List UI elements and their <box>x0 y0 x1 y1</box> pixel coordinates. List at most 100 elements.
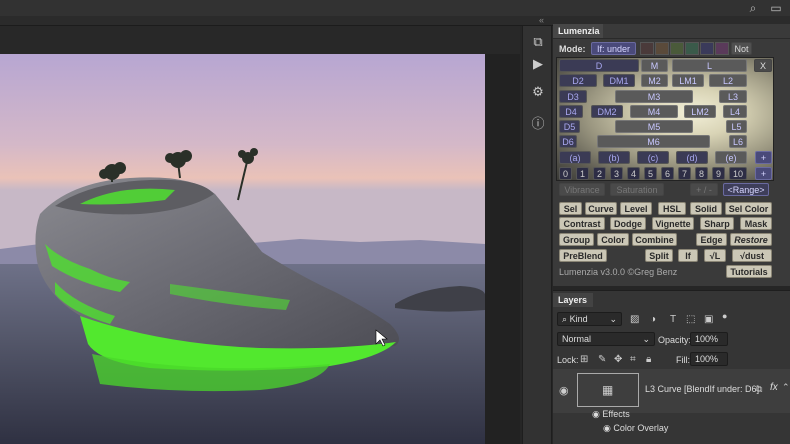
info-icon[interactable]: ⓘ <box>528 114 548 134</box>
combine-button[interactable]: Combine <box>632 233 677 246</box>
if-under-button[interactable]: If: under <box>591 42 636 55</box>
zone-d6-button[interactable]: D6 <box>559 135 577 148</box>
zone-m-button[interactable]: M <box>641 59 668 72</box>
color-swatch[interactable] <box>700 42 714 55</box>
color-swatch[interactable] <box>685 42 699 55</box>
lock-brush-icon[interactable]: ✎ <box>598 354 606 365</box>
eye-icon[interactable]: ◉ <box>592 409 600 419</box>
number-0-button[interactable]: 0 <box>559 167 572 180</box>
layer-name[interactable]: L3 Curve [BlendIf under: D6] <box>645 384 759 394</box>
lumenzia-tab[interactable]: Lumenzia <box>553 24 603 38</box>
number-4-button[interactable]: 4 <box>627 167 640 180</box>
edge-button[interactable]: Edge <box>696 233 727 246</box>
zone-m5-button[interactable]: M5 <box>615 120 693 133</box>
sqrt-l-button[interactable]: √L <box>704 249 726 262</box>
color-swatch[interactable] <box>640 42 654 55</box>
sqrt-dust-button[interactable]: √dust <box>732 249 772 262</box>
color-swatch[interactable] <box>715 42 729 55</box>
sel-color-button[interactable]: Sel Color <box>725 202 772 215</box>
letter-a-button[interactable]: (a) <box>559 151 591 164</box>
plus-minus-button[interactable]: + / - <box>690 183 718 196</box>
search-icon[interactable]: ⌕ <box>745 0 761 16</box>
not-button[interactable]: Not <box>731 42 752 55</box>
zone-l3-button[interactable]: L3 <box>719 90 747 103</box>
zone-d2-button[interactable]: D2 <box>559 74 597 87</box>
play-icon[interactable]: ▶ <box>528 54 548 74</box>
hsl-button[interactable]: HSL <box>658 202 686 215</box>
letter-e-button[interactable]: (e) <box>715 151 747 164</box>
number-8-button[interactable]: 8 <box>695 167 708 180</box>
sharp-button[interactable]: Sharp <box>700 217 734 230</box>
contrast-button[interactable]: Contrast <box>559 217 605 230</box>
number-6-button[interactable]: 6 <box>661 167 674 180</box>
lock-transparent-icon[interactable]: ⊞ <box>580 354 588 365</box>
eye-icon[interactable]: ◉ <box>559 384 569 397</box>
shape-filter-icon[interactable]: ⬚ <box>686 314 695 325</box>
window-icon[interactable]: ▭ <box>768 0 784 16</box>
number-2-button[interactable]: 2 <box>593 167 606 180</box>
number-10-button[interactable]: 10 <box>729 167 747 180</box>
letter-b-button[interactable]: (b) <box>598 151 630 164</box>
layer-row[interactable]: ◉ ▦ L3 Curve [BlendIf under: D6] ⧉ fx ⌃ <box>553 369 790 413</box>
lock-artboard-icon[interactable]: ⌗ <box>630 354 636 365</box>
group-button[interactable]: Group <box>559 233 594 246</box>
fx-icon[interactable]: fx <box>770 382 778 393</box>
number-3-button[interactable]: 3 <box>610 167 623 180</box>
color-swatch[interactable] <box>670 42 684 55</box>
solid-button[interactable]: Solid <box>690 202 722 215</box>
plus-top-button[interactable]: + <box>755 151 772 164</box>
number-7-button[interactable]: 7 <box>678 167 691 180</box>
effects-row[interactable]: ◉ Effects <box>592 409 630 420</box>
color-overlay-row[interactable]: ◉ Color Overlay <box>603 423 668 434</box>
number-9-button[interactable]: 9 <box>712 167 725 180</box>
color-swatch[interactable] <box>655 42 669 55</box>
blend-mode-select[interactable]: Normal ⌄ <box>557 332 655 346</box>
zone-lm2-button[interactable]: LM2 <box>684 105 716 118</box>
letter-c-button[interactable]: (c) <box>637 151 669 164</box>
split-button[interactable]: Split <box>645 249 673 262</box>
zone-d5-button[interactable]: D5 <box>559 120 580 133</box>
letter-d-button[interactable]: (d) <box>676 151 708 164</box>
dodge-button[interactable]: Dodge <box>610 217 646 230</box>
zone-m6-button[interactable]: M6 <box>597 135 710 148</box>
lock-all-icon[interactable]: 🔒︎ <box>646 354 651 365</box>
zone-m2-button[interactable]: M2 <box>641 74 668 87</box>
zone-l5-button[interactable]: L5 <box>726 120 747 133</box>
zone-d4-button[interactable]: D4 <box>559 105 583 118</box>
vignette-button[interactable]: Vignette <box>652 217 694 230</box>
restore-button[interactable]: Restore <box>730 233 772 246</box>
mask-button[interactable]: Mask <box>740 217 772 230</box>
sel-button[interactable]: Sel <box>559 202 582 215</box>
saturation-button[interactable]: Saturation <box>610 183 664 196</box>
type-filter-icon[interactable]: T <box>670 314 676 325</box>
adjustment-filter-icon[interactable]: ◑ <box>650 314 656 325</box>
close-x-button[interactable]: X <box>754 59 772 72</box>
chevron-up-icon[interactable]: ⌃ <box>782 382 790 393</box>
adjustments-icon[interactable]: ⧉ <box>528 32 548 52</box>
zone-m4-button[interactable]: M4 <box>630 105 678 118</box>
zone-dm2-button[interactable]: DM2 <box>591 105 623 118</box>
level-button[interactable]: Level <box>620 202 652 215</box>
zone-d3-button[interactable]: D3 <box>559 90 587 103</box>
smart-object-filter-icon[interactable]: ▣ <box>704 314 713 325</box>
layer-filter-select[interactable]: ⌕ Kind ⌄ <box>557 312 622 326</box>
collapse-arrows-icon[interactable]: « <box>539 15 544 25</box>
zone-l4-button[interactable]: L4 <box>723 105 747 118</box>
preblend-button[interactable]: PreBlend <box>559 249 607 262</box>
plus-bottom-button[interactable]: + <box>755 167 772 180</box>
zone-m3-button[interactable]: M3 <box>615 90 693 103</box>
blend-if-icon[interactable]: ⧉ <box>756 384 762 395</box>
zone-l-button[interactable]: L <box>672 59 747 72</box>
eye-icon[interactable]: ◉ <box>603 423 611 433</box>
if-button[interactable]: If <box>678 249 698 262</box>
layers-tab[interactable]: Layers <box>553 293 593 307</box>
number-1-button[interactable]: 1 <box>576 167 589 180</box>
filter-toggle-icon[interactable]: ● <box>722 311 727 321</box>
document-image[interactable] <box>0 54 485 444</box>
number-5-button[interactable]: 5 <box>644 167 657 180</box>
fill-input[interactable]: 100% <box>690 352 728 366</box>
opacity-input[interactable]: 100% <box>690 332 728 346</box>
vibrance-button[interactable]: Vibrance <box>559 183 605 196</box>
brush-preset-icon[interactable]: ⚙ <box>528 82 548 102</box>
image-filter-icon[interactable]: ▨ <box>630 314 639 325</box>
